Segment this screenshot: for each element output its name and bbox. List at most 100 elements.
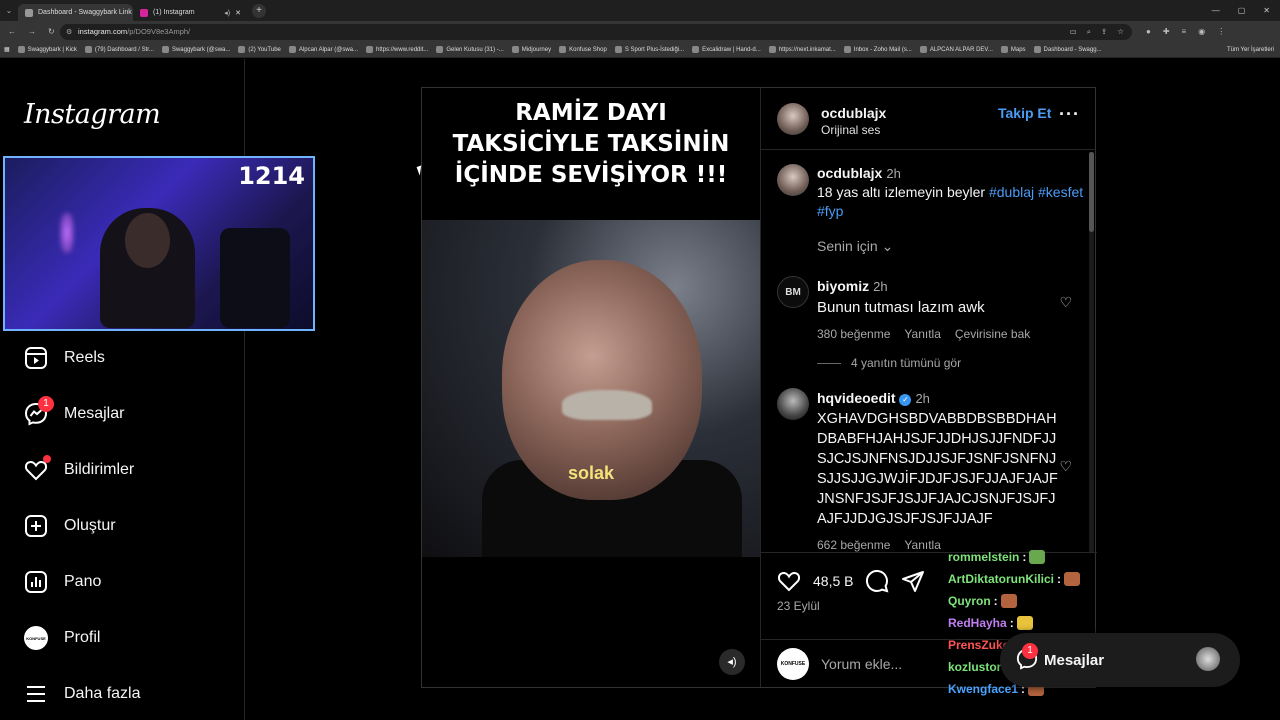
all-bookmarks[interactable]: Tüm Yer İşaretleri [1227,47,1274,53]
bookmark-favicon-icon [1000,46,1008,53]
author-avatar[interactable] [777,103,809,135]
minimize-icon[interactable]: — [1212,6,1220,15]
tab-close-icon[interactable]: ✕ [235,9,241,17]
lamp-light [60,213,74,253]
like-comment-icon[interactable]: ♡ [1059,458,1072,475]
bookmark-item[interactable]: Excalidraw | Hand-d... [692,46,761,53]
extensions-puzzle-icon[interactable]: ✚ [1163,27,1170,36]
view-replies-button[interactable]: 4 yanıtın tümünü gör [817,356,961,370]
sidebar-item-dashboard[interactable]: Pano [24,570,101,594]
bookmark-label: Inbox - Zoho Mail (s... [853,46,912,53]
like-count[interactable]: 48,5 B [813,573,853,589]
more-options-icon[interactable]: ··· [1059,104,1080,125]
bookmark-item[interactable]: Inbox - Zoho Mail (s... [843,46,912,53]
sidebar-item-profile[interactable]: KONFUSE Profil [24,626,100,650]
hashtag[interactable]: #fyp [817,203,843,219]
bookmark-item[interactable]: Alpcan Alpar (@swa... [288,46,358,53]
bookmark-favicon-icon [614,46,622,53]
url-path: /p/DO9V8e3Amph/ [127,27,191,36]
sidebar-item-notifications[interactable]: Bildirimler [24,455,134,482]
bookmark-favicon-icon [17,46,25,53]
like-comment-icon[interactable]: ♡ [1059,294,1072,311]
bookmark-item[interactable]: (2) YouTube [238,46,281,53]
favicon-icon [25,8,33,17]
sidebar-item-more[interactable]: Daha fazla [24,682,141,706]
comment-likes[interactable]: 380 beğenme [817,324,890,344]
bookmark-item[interactable]: Dashboard - Swagg... [1033,46,1102,53]
address-bar-row: ← → ↻ ⚙ instagram.com/p/DO9V8e3Amph/ ▭ ⌕… [0,21,1280,42]
post-header: ocdublajx Orijinal ses Takip Et ··· [761,88,1096,150]
media-icon[interactable]: ≡ [1182,27,1187,36]
apps-icon[interactable]: ▦ [4,46,10,53]
tab-title: (1) Instagram [153,9,195,16]
bookmark-item[interactable]: https://next.inkamat... [768,46,836,53]
commenter-avatar[interactable] [777,388,809,420]
sidebar-item-reels[interactable]: Reels [24,346,105,370]
volume-icon[interactable]: ◂) [719,649,745,675]
tab-instagram[interactable]: (1) Instagram ◂) ✕ [133,4,248,21]
extension-icon[interactable]: ● [1146,27,1151,36]
menu-dots-icon[interactable]: ⋮ [1217,27,1225,36]
comment-icon[interactable] [865,569,889,593]
reply-button[interactable]: Yanıtla [904,324,940,344]
post-media[interactable]: RAMİZ DAYI TAKSİCİYLE TAKSİNİN İÇİNDE SE… [422,88,760,687]
hashtag[interactable]: #dublaj [989,184,1034,200]
follow-button[interactable]: Takip Et [998,105,1051,121]
author-avatar[interactable] [777,164,809,196]
bookmark-item[interactable]: https://www.reddit... [366,46,428,53]
sidebar-item-messages[interactable]: 1 Mesajlar [24,396,124,426]
sidebar-item-label: Oluştur [64,517,116,534]
bookmark-item[interactable]: (79) Dashboard / Str... [84,46,154,53]
video-frame[interactable] [422,220,760,557]
bookmark-star-icon[interactable]: ☆ [1117,27,1124,37]
share-icon[interactable] [901,569,925,593]
hashtag[interactable]: #kesfet [1038,184,1083,200]
url-field[interactable]: ⚙ instagram.com/p/DO9V8e3Amph/ ▭ ⌕ ⇪ ☆ [60,23,1132,40]
audio-label[interactable]: Orijinal ses [821,123,880,137]
like-icon[interactable] [777,569,801,593]
chat-username: Quyron [948,594,991,608]
profile-icon[interactable]: ◉ [1198,27,1205,36]
scrollbar-thumb[interactable] [1089,152,1094,232]
bookmark-item[interactable]: Gelen Kutusu (31) -... [436,46,504,53]
back-icon[interactable]: ← [8,27,16,36]
speaker-icon[interactable]: ◂) [224,9,230,17]
add-comment-input[interactable]: Yorum ekle... [821,656,902,672]
cast-icon[interactable]: ▭ [1070,27,1077,37]
sidebar-item-create[interactable]: Oluştur [24,514,116,538]
tab-dashboard[interactable]: Dashboard - Swaggybark Link ✕ [18,4,133,21]
comments-scrollbar[interactable] [1089,152,1094,552]
forward-icon[interactable]: → [28,27,36,36]
instagram-logo[interactable]: Instagram [24,99,161,130]
bookmark-label: (2) YouTube [248,46,281,53]
reload-icon[interactable]: ↻ [48,27,55,36]
verified-badge-icon: ✓ [899,394,912,406]
bookmark-item[interactable]: Swaggybark | Kick [17,46,77,53]
maximize-icon[interactable]: ▢ [1238,6,1246,15]
chat-username: RedHayha [948,616,1007,630]
share-icon[interactable]: ⇪ [1101,27,1107,37]
reels-icon [25,347,47,369]
author-username[interactable]: ocdublajx [821,105,886,121]
commenter-avatar[interactable]: BM [777,276,809,308]
tab-search-icon[interactable]: ⌄ [0,6,18,15]
bookmark-item[interactable]: Konfuse Shop [559,46,607,53]
bookmark-item[interactable]: Swaggybark (@swa... [161,46,230,53]
close-window-icon[interactable]: ✕ [1263,6,1270,15]
bookmark-item[interactable]: Midjourney [511,46,551,53]
comment-username[interactable]: hqvideoedit [817,390,896,406]
video-headline: RAMİZ DAYI TAKSİCİYLE TAKSİNİN İÇİNDE SE… [422,98,760,191]
new-tab-button[interactable]: + [252,3,266,18]
translate-button[interactable]: Çevirisine bak [955,324,1030,344]
bookmark-favicon-icon [366,46,374,53]
bookmark-item[interactable]: ALPCAN ALPAR DEV... [919,46,993,53]
comment-username[interactable]: biyomiz [817,278,869,294]
bookmark-item[interactable]: S Sport Plus-İstediği... [614,46,684,53]
zoom-icon[interactable]: ⌕ [1087,27,1091,37]
messages-pill[interactable]: 1 Mesajlar [1000,633,1240,687]
chat-message: RedHayha : [948,612,1088,634]
bookmark-item[interactable]: Maps [1000,46,1026,53]
site-info-icon[interactable]: ⚙ [66,28,72,36]
comment-sort-dropdown[interactable]: Senin için ⌄ [817,238,893,255]
caption-username[interactable]: ocdublajx [817,165,882,181]
